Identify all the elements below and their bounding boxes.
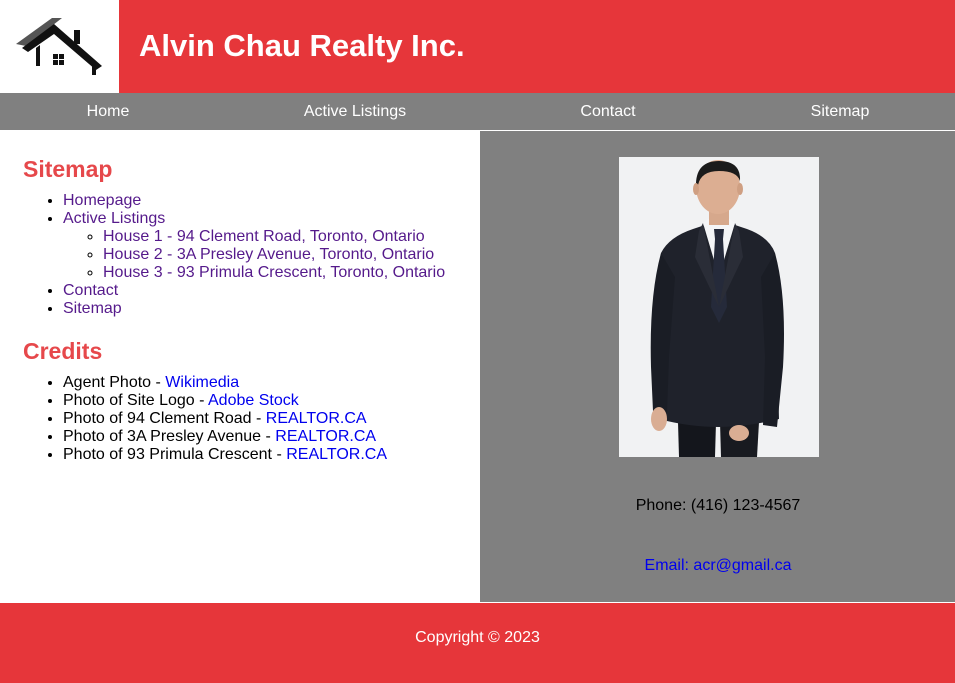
list-item: House 2 - 3A Presley Avenue, Toronto, On… xyxy=(103,246,445,264)
credit-label: Photo of 3A Presley Avenue - xyxy=(63,428,276,445)
nav-item-home[interactable]: Home xyxy=(87,93,130,130)
list-item: Sitemap xyxy=(63,300,445,318)
sitemap-link-homepage[interactable]: Homepage xyxy=(63,192,141,209)
contact-phone: Phone: (416) 123-4567 xyxy=(635,497,801,514)
credit-label: Photo of 94 Clement Road - xyxy=(63,410,266,427)
sitemap-sublist: House 1 - 94 Clement Road, Toronto, Onta… xyxy=(63,228,445,282)
sitemap-link-contact[interactable]: Contact xyxy=(63,282,118,299)
credit-link-realtor-3[interactable]: REALTOR.CA xyxy=(286,446,387,463)
site-title: Alvin Chau Realty Inc. xyxy=(139,28,465,63)
credits-heading: Credits xyxy=(23,338,103,364)
credit-label: Photo of Site Logo - xyxy=(63,392,208,409)
nav-item-sitemap[interactable]: Sitemap xyxy=(811,93,870,130)
main-content: Sitemap Homepage Active Listings House 1… xyxy=(0,131,478,602)
nav-item-active-listings[interactable]: Active Listings xyxy=(304,93,406,130)
list-item: Active Listings House 1 - 94 Clement Roa… xyxy=(63,210,445,282)
contact-sidebar: Phone: (416) 123-4567 Email: acr@gmail.c… xyxy=(479,131,955,602)
credit-link-wikimedia[interactable]: Wikimedia xyxy=(165,374,239,391)
list-item: Agent Photo - Wikimedia xyxy=(63,374,387,392)
main-nav: Home Active Listings Contact Sitemap xyxy=(0,93,955,131)
credit-label: Agent Photo - xyxy=(63,374,166,391)
credit-label: Photo of 93 Primula Crescent - xyxy=(63,446,287,463)
site-logo[interactable] xyxy=(0,0,119,93)
sitemap-link-active-listings[interactable]: Active Listings xyxy=(63,210,165,227)
copyright-text: Copyright © 2023 xyxy=(415,629,540,646)
agent-photo xyxy=(619,157,819,457)
sitemap-link-sitemap[interactable]: Sitemap xyxy=(63,300,122,317)
list-item: House 3 - 93 Primula Crescent, Toronto, … xyxy=(103,264,445,282)
sitemap-heading: Sitemap xyxy=(23,156,113,182)
contact-email-link[interactable]: Email: acr@gmail.ca xyxy=(645,557,792,574)
list-item: Photo of 94 Clement Road - REALTOR.CA xyxy=(63,410,387,428)
credit-link-realtor-2[interactable]: REALTOR.CA xyxy=(275,428,376,445)
list-item: Homepage xyxy=(63,192,445,210)
list-item: House 1 - 94 Clement Road, Toronto, Onta… xyxy=(103,228,445,246)
sitemap-list: Homepage Active Listings House 1 - 94 Cl… xyxy=(23,192,445,318)
sitemap-link-house-3[interactable]: House 3 - 93 Primula Crescent, Toronto, … xyxy=(103,264,445,281)
credit-link-realtor-1[interactable]: REALTOR.CA xyxy=(266,410,367,427)
list-item: Photo of 93 Primula Crescent - REALTOR.C… xyxy=(63,446,387,464)
list-item: Photo of 3A Presley Avenue - REALTOR.CA xyxy=(63,428,387,446)
credits-list: Agent Photo - Wikimedia Photo of Site Lo… xyxy=(23,374,387,464)
list-item: Contact xyxy=(63,282,445,300)
credit-link-adobe-stock[interactable]: Adobe Stock xyxy=(208,392,299,409)
list-item: Photo of Site Logo - Adobe Stock xyxy=(63,392,387,410)
nav-item-contact[interactable]: Contact xyxy=(580,93,635,130)
house-roof-icon xyxy=(16,18,102,75)
site-header: Alvin Chau Realty Inc. xyxy=(0,0,955,93)
site-footer: Copyright © 2023 xyxy=(0,603,955,683)
sitemap-link-house-1[interactable]: House 1 - 94 Clement Road, Toronto, Onta… xyxy=(103,228,425,245)
sitemap-link-house-2[interactable]: House 2 - 3A Presley Avenue, Toronto, On… xyxy=(103,246,434,263)
